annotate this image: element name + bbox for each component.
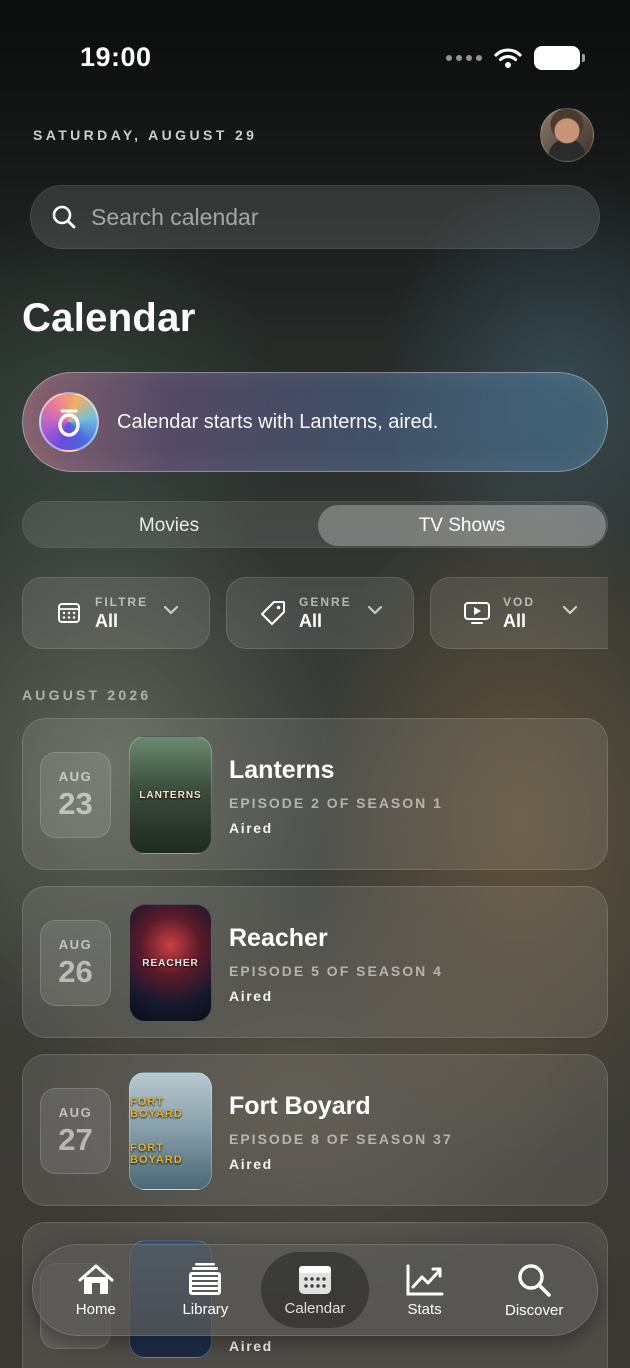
avatar[interactable] (540, 108, 594, 162)
date-header: SATURDAY, AUGUST 29 (33, 127, 258, 143)
show-poster: FORT BOYARD FORT BOYARD (129, 1072, 212, 1190)
date-day: 23 (58, 785, 93, 821)
vod-label: VOD (503, 594, 536, 609)
assistant-message: Calendar starts with Lanterns, aired. (117, 410, 439, 433)
assistant-logo-icon (39, 392, 99, 452)
calendar-icon (298, 1265, 331, 1294)
episode-info: EPISODE 5 OF SEASON 4 (229, 963, 443, 979)
filter-value: All (95, 610, 119, 631)
tv-play-icon (461, 601, 493, 625)
calendar-grid-icon (53, 602, 85, 624)
tab-library[interactable]: Library (151, 1252, 259, 1328)
tab-library-label: Library (182, 1300, 229, 1318)
tab-stats-label: Stats (407, 1300, 442, 1318)
poster-title: REACHER (142, 957, 199, 969)
filter-dropdown[interactable]: FILTRE All (22, 577, 210, 649)
show-poster: REACHER (129, 904, 212, 1022)
search-icon (518, 1263, 551, 1297)
segment-movies[interactable]: Movies (25, 505, 313, 546)
show-title: Reacher (229, 924, 328, 952)
episode-status: Aired (229, 1338, 273, 1354)
library-icon (189, 1262, 222, 1295)
chevron-down-icon (562, 605, 578, 615)
status-icons (446, 45, 585, 71)
episode-card[interactable]: AUG 23 LANTERNS Lanterns EPISODE 2 OF SE… (22, 718, 608, 870)
tab-calendar-label: Calendar (284, 1299, 346, 1317)
vod-value: All (503, 610, 527, 631)
episode-status: Aired (229, 1156, 273, 1172)
segment-tv-shows[interactable]: TV Shows (318, 505, 606, 546)
date-day: 27 (58, 1121, 93, 1157)
genre-dropdown[interactable]: GENRE All (226, 577, 414, 649)
search-bar[interactable] (30, 185, 600, 249)
tab-home[interactable]: Home (42, 1252, 150, 1328)
show-title: Fort Boyard (229, 1092, 371, 1120)
page-title: Calendar (22, 296, 196, 340)
filter-label: FILTRE (95, 594, 149, 609)
episode-card[interactable]: AUG 27 FORT BOYARD FORT BOYARD Fort Boya… (22, 1054, 608, 1206)
show-poster: LANTERNS (129, 736, 212, 854)
date-badge: AUG 26 (40, 920, 111, 1006)
tab-stats[interactable]: Stats (371, 1252, 479, 1328)
show-title: Lanterns (229, 756, 335, 784)
vod-dropdown[interactable]: VOD All (430, 577, 608, 649)
genre-label: GENRE (299, 594, 352, 609)
search-icon (52, 205, 76, 229)
home-icon (78, 1264, 114, 1294)
poster-title: LANTERNS (139, 789, 202, 801)
signal-dots-icon (446, 55, 482, 61)
episode-info: EPISODE 2 OF SEASON 1 (229, 795, 443, 811)
tab-home-label: Home (75, 1300, 116, 1318)
assistant-banner[interactable]: Calendar starts with Lanterns, aired. (22, 372, 608, 472)
tab-discover[interactable]: Discover (480, 1252, 588, 1328)
search-input[interactable] (91, 203, 551, 231)
poster-title: FORT BOYARD (130, 1096, 183, 1120)
media-type-segmented-control: Movies TV Shows (22, 501, 608, 548)
status-time: 19:00 (80, 42, 152, 72)
tag-icon (257, 600, 289, 626)
chart-line-icon (406, 1264, 444, 1295)
date-badge: AUG 27 (40, 1088, 111, 1174)
date-badge: AUG 23 (40, 752, 111, 838)
tab-calendar[interactable]: Calendar (260, 1252, 369, 1328)
tab-discover-label: Discover (504, 1301, 564, 1319)
date-month: AUG (58, 768, 93, 784)
episode-card[interactable]: AUG 26 REACHER Reacher EPISODE 5 OF SEAS… (22, 886, 608, 1038)
wifi-icon (494, 48, 522, 68)
chevron-down-icon (367, 605, 383, 615)
episode-status: Aired (229, 820, 273, 836)
chevron-down-icon (163, 605, 179, 615)
date-month: AUG (58, 1104, 93, 1120)
tab-bar: Home Library Calendar Stats Discover (32, 1244, 598, 1336)
episode-info: EPISODE 8 OF SEASON 37 (229, 1131, 453, 1147)
date-month: AUG (58, 936, 93, 952)
episode-status: Aired (229, 988, 273, 1004)
poster-title: FORT BOYARD (130, 1142, 183, 1166)
month-section-label: AUGUST 2026 (22, 687, 152, 703)
date-day: 26 (58, 953, 93, 989)
genre-value: All (299, 610, 323, 631)
battery-icon (534, 46, 585, 70)
